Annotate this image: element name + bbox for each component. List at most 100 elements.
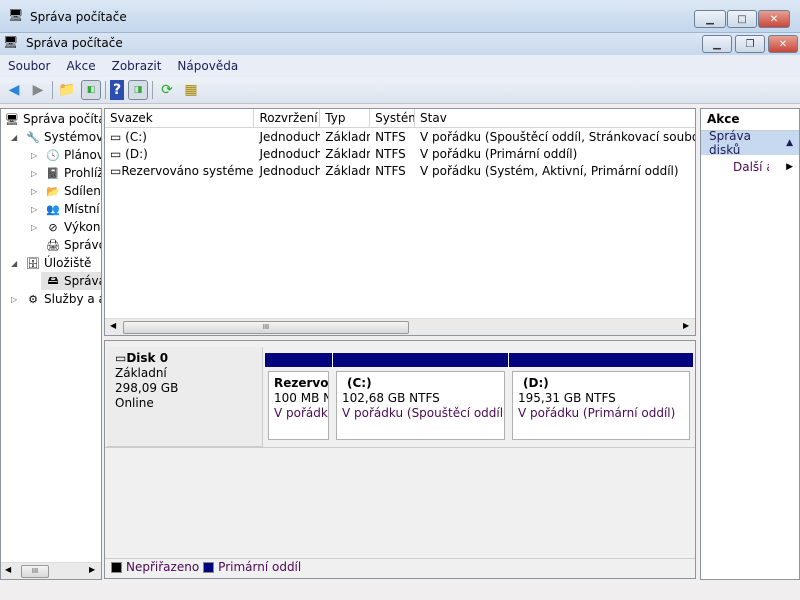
column-header-layout[interactable]: Rozvržení [254,109,321,127]
tree-item-system-tools[interactable]: ◢ 🔧 Systémové nástroje [11,128,101,146]
help-icon[interactable]: ? [110,80,124,100]
tree-horizontal-scrollbar[interactable]: ◀ III ▶ [1,562,101,579]
scrollbar-thumb[interactable]: III [21,565,49,578]
expand-icon[interactable]: ▷ [11,295,21,304]
collapse-icon[interactable]: ◢ [11,259,21,268]
volume-row[interactable]: ▭Rezervováno systémem Jednoduchý Základní N… [105,162,695,179]
volume-filesystem: NTFS [375,163,406,178]
partition-reserved[interactable]: Rezervováno systémem100 MB NTFSV pořádku… [265,353,332,443]
disk-graphical-view: ▭Disk 0 Základní 298,09 GB Online Rezerv… [104,340,696,579]
tree-item-services-applications[interactable]: ▷ ⚙ Služby a aplikace [11,290,101,308]
back-arrow-icon[interactable]: ◀ [4,80,24,100]
legend-primary-partition: Primární oddíl [218,560,302,574]
clock-icon: 🕓 [46,148,60,162]
partition-status: V pořádku (Spouštěcí oddíl, Stránkovací … [342,406,505,420]
shared-folder-icon: 📂 [46,184,60,198]
actions-section-disk-management[interactable]: Správa disků ▲ [701,129,799,157]
more-actions-label: Další akce [733,160,769,174]
tree-item-task-scheduler[interactable]: ▷ 🕓 Plánovač úloh [31,146,101,164]
scrollbar-thumb[interactable]: III [123,321,409,334]
outer-close-button[interactable]: ✕ [758,10,790,28]
show-hide-tree-icon[interactable]: ◧ [81,80,101,100]
tree-item-storage[interactable]: ◢ 🗄 Úložiště [11,254,91,272]
partition-d[interactable]: (D:) 195,31 GB NTFS V pořádku (Primární od… [509,353,693,443]
tree-label: Místní uživatelé a skupiny [64,202,101,216]
partition-status: V pořádku (Primární oddíl) [518,406,676,420]
partition-c[interactable]: (C:) 102,68 GB NTFS V pořádku (Spouštěcí o… [333,353,508,443]
minimize-button[interactable]: ▁ [702,35,732,53]
volume-list-header: Svazek Rozvržení Typ Systém souborů Stav [105,109,695,128]
disk-name: Disk 0 [126,351,169,365]
tree-item-disk-management[interactable]: 🖴 Správa disků [41,272,101,290]
actions-title: Akce [701,109,799,131]
menu-akce[interactable]: Akce [58,59,103,73]
partition-name: (D:) [523,376,549,390]
expand-icon[interactable]: ▷ [31,205,41,214]
volume-row[interactable]: ▭ (D:) Jednoduchý Základní NTFS V pořádku (P… [105,145,695,162]
toolbar-separator [152,81,153,99]
volume-list: Svazek Rozvržení Typ Systém souborů Stav… [104,108,696,336]
column-header-type[interactable]: Typ [320,109,371,127]
expand-icon[interactable]: ▷ [31,169,41,178]
computer-icon: 🖥 [5,112,19,126]
menu-zobrazit[interactable]: Zobrazit [104,59,170,73]
disk-type: Základní [115,366,167,380]
more-actions[interactable]: Další akce ▶ [701,155,799,179]
inner-title-bar: 🖥 Správa počítače ▁ ❐ ✕ [0,33,800,55]
tree-label: Výkon [64,220,101,234]
scroll-left-icon[interactable]: ◀ [5,565,11,574]
volume-type: Základní [325,163,370,178]
drive-icon: ▭ [110,129,126,144]
tree-item-performance[interactable]: ▷ ⊘ Výkon [31,218,100,236]
partition-size: 102,68 GB NTFS [342,391,440,405]
tree-item-shared-folders[interactable]: ▷ 📂 Sdílené složky [31,182,101,200]
partition-bar [265,353,332,367]
users-icon: 👥 [46,202,60,216]
restore-button[interactable]: ❐ [735,35,765,53]
section-label: Správa disků [709,129,751,157]
disk-size: 298,09 GB [115,381,179,395]
column-header-filesystem[interactable]: Systém souborů [370,109,416,127]
scroll-right-icon[interactable]: ▶ [89,565,95,574]
menu-napoveda[interactable]: Nápověda [169,59,246,73]
expand-icon[interactable]: ▷ [31,187,41,196]
volume-row[interactable]: ▭ (C:) Jednoduchý Základní NTFS V pořádku (S… [105,128,695,145]
close-button[interactable]: ✕ [768,35,798,53]
unallocated-swatch [111,561,122,573]
refresh-icon[interactable]: ⟳ [157,80,177,100]
collapse-up-icon[interactable]: ▲ [786,138,793,148]
computer-management-icon: 🖥 [3,35,19,49]
tree-label: Prohlížeč událostí [64,166,101,180]
inner-window-title: Správa počítače [26,36,123,50]
tree-label: Správce zařízení [64,238,101,252]
volume-status: V pořádku (Systém, Aktivní, Primární odd… [420,163,679,178]
scroll-left-icon[interactable]: ◀ [110,321,116,330]
event-log-icon: 📓 [46,166,60,180]
collapse-icon[interactable]: ◢ [11,133,21,142]
partition-bar [509,353,693,367]
services-icon: ⚙ [28,292,38,306]
partition-status: V pořádku (Systém, Aktivní, Primární odd… [274,406,328,420]
expand-icon[interactable]: ▷ [31,151,41,160]
column-header-volume[interactable]: Svazek [105,109,255,127]
properties-icon[interactable]: ▦ [181,80,201,100]
tree-item-event-viewer[interactable]: ▷ 📓 Prohlížeč událostí [31,164,101,182]
up-folder-icon[interactable]: 📁 [57,80,77,100]
column-header-status[interactable]: Stav [415,109,695,127]
tree-item-device-manager[interactable]: 🖨 Správce zařízení [45,236,101,254]
menu-soubor[interactable]: Soubor [0,59,58,73]
forward-arrow-icon[interactable]: ▶ [28,80,48,100]
tree-item-computer-management[interactable]: 🖥 Správa počítače [4,110,101,128]
scroll-right-icon[interactable]: ▶ [683,321,689,330]
volume-list-horizontal-scrollbar[interactable]: ◀ III ▶ [105,318,695,335]
expand-icon[interactable]: ▷ [31,223,41,232]
partition-bar [333,353,508,367]
outer-minimize-button[interactable]: ▁ [694,10,726,28]
actions-pane: Akce Správa disků ▲ Další akce ▶ [700,108,800,580]
outer-maximize-button[interactable]: □ [727,10,757,28]
disk-status: Online [115,396,154,410]
disk-0-label[interactable]: ▭Disk 0 Základní 298,09 GB Online [107,347,263,447]
tree-item-local-users[interactable]: ▷ 👥 Místní uživatelé a skupiny [31,200,101,218]
tree-label: Správa počítače [23,112,101,126]
show-hide-action-pane-icon[interactable]: ◨ [128,80,148,100]
